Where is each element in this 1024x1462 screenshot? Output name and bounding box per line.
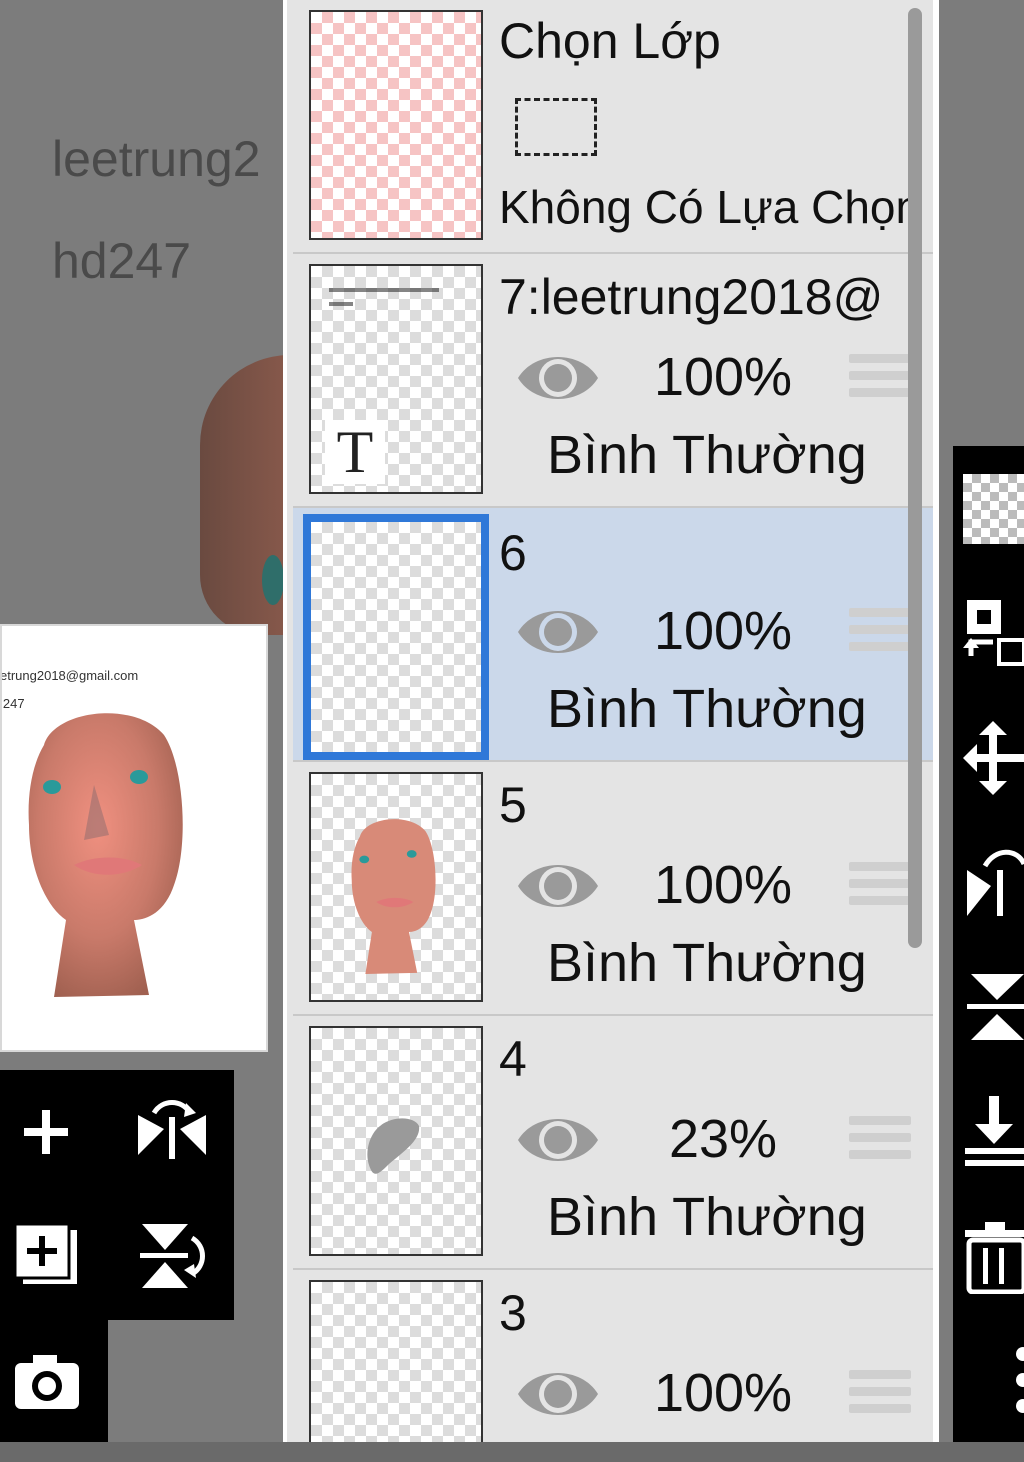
drag-handle-icon[interactable] bbox=[849, 608, 911, 658]
flip-horizontal-icon[interactable] bbox=[132, 1094, 212, 1166]
transparency-icon[interactable] bbox=[963, 474, 1024, 544]
canvas-text-line1: leetrung2 bbox=[52, 131, 261, 187]
layer-thumbnail[interactable] bbox=[309, 1026, 483, 1256]
layer-thumbnail-face bbox=[351, 819, 436, 974]
copy-selection-icon[interactable] bbox=[963, 596, 1024, 666]
move-icon[interactable] bbox=[963, 721, 1024, 795]
flip-vertical-icon[interactable] bbox=[136, 1218, 206, 1292]
layers-panel: Chọn Lớp Không Có Lựa Chọn T 7:leetrung2… bbox=[283, 0, 939, 1442]
layer-row[interactable]: T 7:leetrung2018@ 100% Bình Thường bbox=[293, 254, 933, 508]
selection-status: Không Có Lựa Chọn bbox=[499, 181, 922, 233]
canvas-painting-eye bbox=[262, 555, 284, 605]
layer-name: 7:leetrung2018@ bbox=[499, 269, 884, 325]
selection-layer-row[interactable]: Chọn Lớp Không Có Lựa Chọn bbox=[293, 0, 933, 254]
visibility-eye-icon[interactable] bbox=[515, 1110, 601, 1170]
layer-thumbnail-shape bbox=[367, 1118, 420, 1174]
layer-thumbnail[interactable] bbox=[309, 772, 483, 1002]
trash-icon[interactable] bbox=[963, 1220, 1024, 1294]
layer-blend-mode[interactable]: Bình Thường bbox=[547, 424, 867, 486]
layer-name: 3 bbox=[499, 1285, 527, 1341]
layer-blend-mode[interactable]: Bình Thường bbox=[547, 678, 867, 740]
layer-thumbnail[interactable] bbox=[303, 514, 489, 760]
plus-icon[interactable] bbox=[16, 1102, 76, 1162]
camera-icon[interactable] bbox=[12, 1352, 82, 1412]
drag-handle-icon[interactable] bbox=[849, 1370, 911, 1420]
visibility-eye-icon[interactable] bbox=[515, 348, 601, 408]
layer-opacity[interactable]: 100% bbox=[623, 600, 823, 662]
drag-handle-icon[interactable] bbox=[849, 1116, 911, 1166]
add-layer-icon[interactable] bbox=[12, 1222, 82, 1288]
right-toolbar bbox=[953, 446, 1024, 1442]
visibility-eye-icon[interactable] bbox=[515, 856, 601, 916]
canvas-text-line2: hd247 bbox=[52, 233, 192, 289]
selection-marquee-icon bbox=[515, 98, 597, 156]
flip-icon[interactable] bbox=[963, 846, 1024, 920]
drag-handle-icon[interactable] bbox=[849, 862, 911, 912]
preview-text-line1: etrung2018@gmail.com bbox=[0, 668, 139, 683]
layer-opacity[interactable]: 100% bbox=[623, 1362, 823, 1424]
selection-title: Chọn Lớp bbox=[499, 13, 721, 69]
layer-opacity[interactable]: 100% bbox=[623, 346, 823, 408]
visibility-eye-icon[interactable] bbox=[515, 602, 601, 662]
bottom-bar bbox=[0, 1442, 1024, 1462]
more-icon[interactable] bbox=[963, 1344, 1024, 1418]
text-layer-icon: T bbox=[325, 420, 385, 484]
layers-scrollbar[interactable] bbox=[908, 8, 922, 948]
drag-handle-icon[interactable] bbox=[849, 354, 911, 404]
layer-opacity[interactable]: 100% bbox=[623, 854, 823, 916]
layer-name: 6 bbox=[499, 525, 527, 581]
layer-opacity[interactable]: 23% bbox=[623, 1108, 823, 1170]
layer-blend-mode[interactable]: Bình Thường bbox=[547, 1186, 867, 1248]
layer-thumbnail[interactable] bbox=[309, 1280, 483, 1442]
selection-thumbnail bbox=[309, 10, 483, 240]
layer-row-selected[interactable]: 6 100% Bình Thường bbox=[293, 508, 933, 762]
download-icon[interactable] bbox=[963, 1094, 1024, 1168]
layer-row[interactable]: 5 100% Bình Thường bbox=[293, 762, 933, 1016]
layer-row[interactable]: 3 100% bbox=[293, 1270, 933, 1442]
visibility-eye-icon[interactable] bbox=[515, 1364, 601, 1424]
layer-thumbnail[interactable]: T bbox=[309, 264, 483, 494]
layer-name: 4 bbox=[499, 1031, 527, 1087]
preview-text-line2: l247 bbox=[0, 696, 25, 711]
merge-down-icon[interactable] bbox=[963, 970, 1024, 1042]
preview-face-image bbox=[28, 713, 183, 997]
layer-row[interactable]: 4 23% Bình Thường bbox=[293, 1016, 933, 1270]
layer-blend-mode[interactable]: Bình Thường bbox=[547, 932, 867, 994]
layer-name: 5 bbox=[499, 777, 527, 833]
